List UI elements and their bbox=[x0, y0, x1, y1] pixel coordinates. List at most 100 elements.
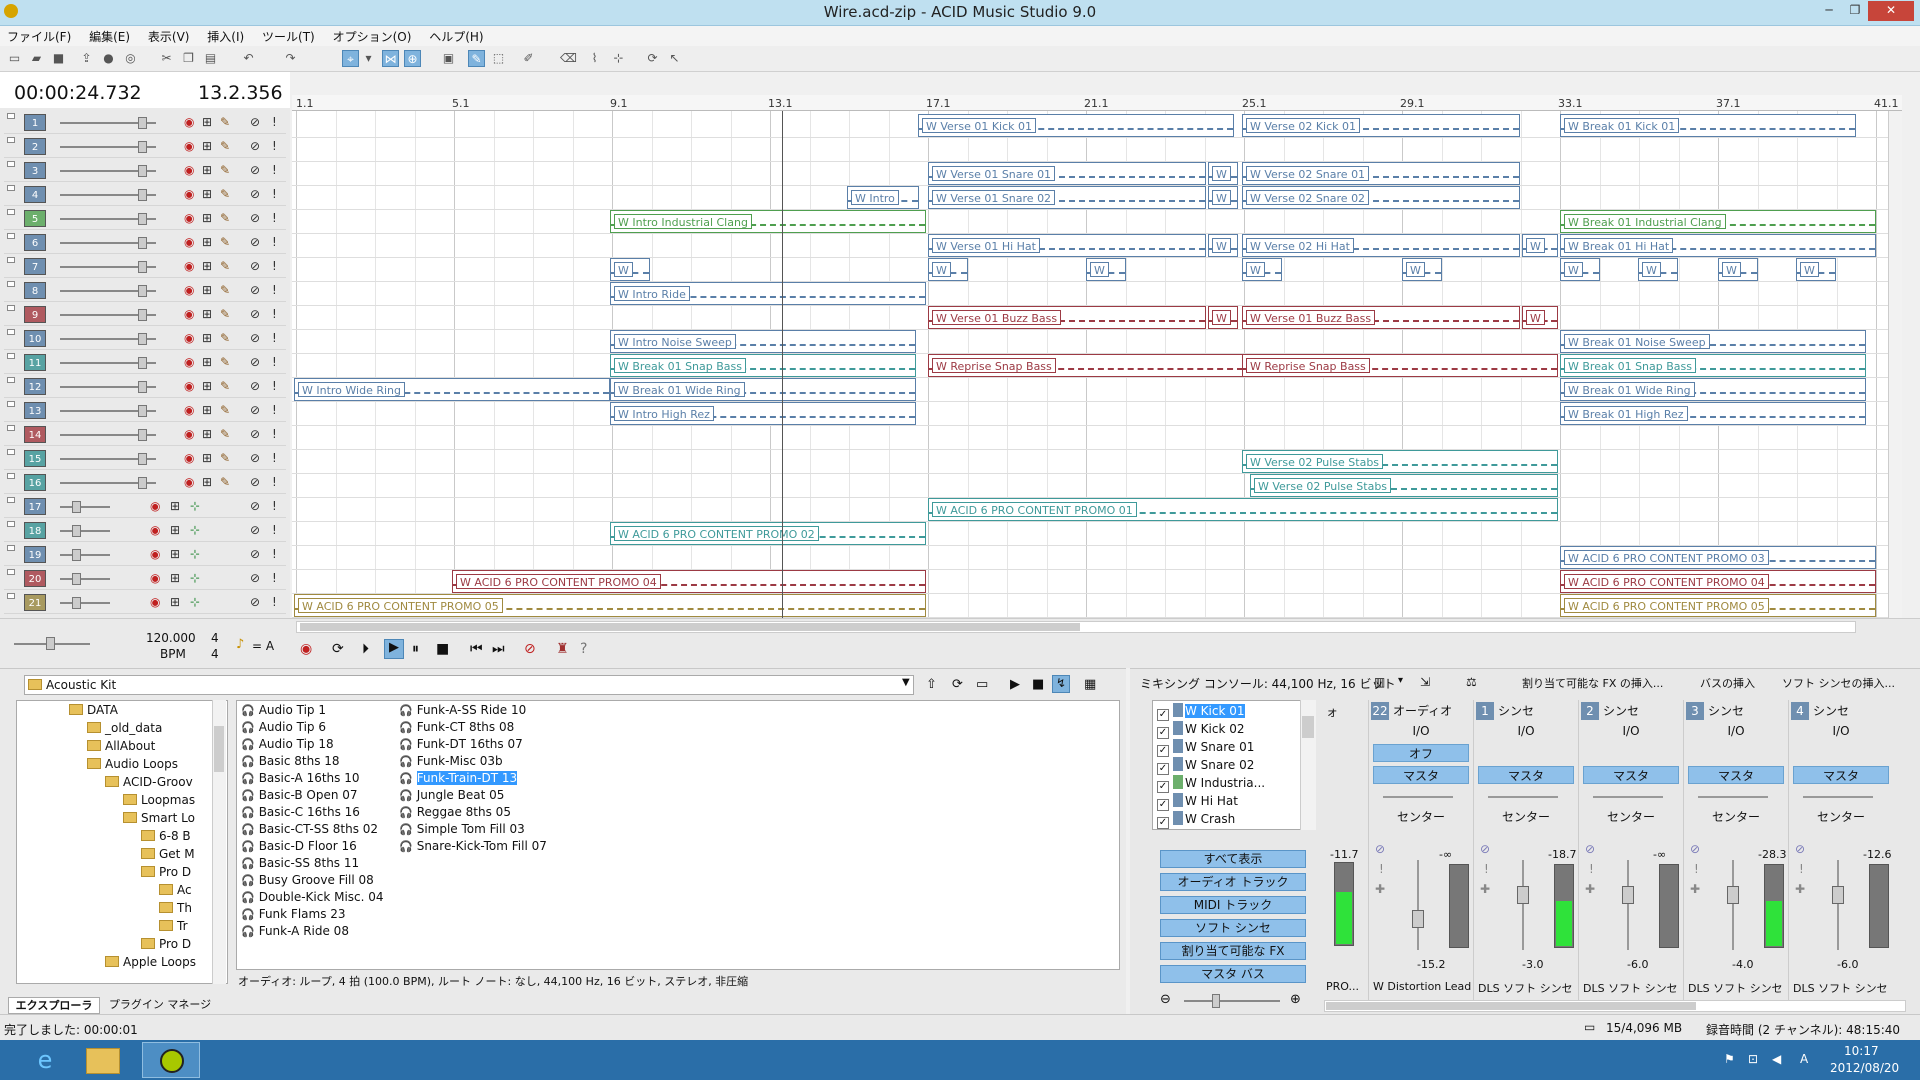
solo-icon[interactable]: ! bbox=[272, 595, 277, 609]
soft-synth-button[interactable]: ソフト シンセ bbox=[1160, 919, 1306, 937]
mute-icon[interactable]: ⊘ bbox=[250, 403, 260, 417]
track-envelope-icon[interactable]: ✎ bbox=[220, 331, 230, 345]
tree-folder[interactable]: AllAbout bbox=[87, 739, 155, 753]
new-icon[interactable]: ▭ bbox=[6, 50, 23, 67]
track-envelope-icon[interactable]: ✎ bbox=[220, 163, 230, 177]
mute-icon[interactable]: ⊘ bbox=[1690, 842, 1700, 856]
track-header[interactable]: 7 ◉ ⊞ ✎ ⊘! bbox=[4, 255, 286, 278]
record-arm-icon[interactable]: ◉ bbox=[184, 115, 194, 129]
track-volume-knob[interactable] bbox=[72, 573, 81, 585]
menu-options[interactable]: オプション(O) bbox=[326, 26, 419, 45]
solo-icon[interactable]: ! bbox=[272, 499, 277, 513]
event-clip[interactable]: W bbox=[1208, 162, 1238, 185]
menu-view[interactable]: 表示(V) bbox=[141, 26, 197, 45]
audio-tracks-button[interactable]: オーディオ トラック bbox=[1160, 873, 1306, 891]
event-clip[interactable]: W Verse 02 Snare 01 bbox=[1242, 162, 1520, 185]
minimize-button[interactable]: ─ bbox=[1816, 1, 1842, 21]
record-arm-icon[interactable]: ⊘ bbox=[524, 641, 536, 657]
track-number[interactable]: 9 bbox=[24, 306, 46, 323]
volume-fader[interactable] bbox=[1517, 886, 1529, 904]
track-header[interactable]: 3 ◉ ⊞ ✎ ⊘! bbox=[4, 159, 286, 182]
fx-icon[interactable]: ✚ bbox=[1690, 882, 1700, 896]
checkbox-icon[interactable]: ✓ bbox=[1157, 781, 1169, 793]
track-header[interactable]: 2 ◉ ⊞ ✎ ⊘! bbox=[4, 135, 286, 158]
mixer-view-icon[interactable]: ▥ bbox=[1374, 675, 1385, 689]
mute-icon[interactable]: ⊘ bbox=[250, 259, 260, 273]
record-arm-icon[interactable]: ◉ bbox=[184, 475, 194, 489]
snap-icon[interactable]: ⌖ bbox=[342, 50, 359, 67]
horizontal-scroll-thumb[interactable] bbox=[300, 623, 1080, 631]
track-envelope-icon[interactable]: ⊹ bbox=[190, 523, 200, 537]
track-number[interactable]: 5 bbox=[24, 210, 46, 227]
event-clip[interactable]: W Break 01 Snap Bass bbox=[1560, 354, 1866, 377]
track-envelope-icon[interactable]: ✎ bbox=[220, 427, 230, 441]
event-clip[interactable]: W bbox=[1522, 306, 1558, 329]
fx-icon[interactable]: ✚ bbox=[1795, 882, 1805, 896]
cut-icon[interactable]: ✂ bbox=[158, 50, 175, 67]
tree-folder[interactable]: Apple Loops bbox=[105, 955, 196, 969]
track-header[interactable]: 16 ◉ ⊞ ✎ ⊘! bbox=[4, 471, 286, 494]
mixer-track-item[interactable]: ✓ W Industria... bbox=[1157, 775, 1265, 793]
event-clip[interactable]: W ACID 6 PRO CONTENT PROMO 01 bbox=[928, 498, 1558, 521]
record-arm-icon[interactable]: ◉ bbox=[184, 355, 194, 369]
record-arm-icon[interactable]: ◉ bbox=[184, 163, 194, 177]
track-number[interactable]: 11 bbox=[24, 354, 46, 371]
file-item[interactable]: 🎧 Audio Tip 1 bbox=[241, 703, 326, 717]
track-fx-icon[interactable]: ⊞ bbox=[202, 451, 212, 465]
event-clip[interactable]: W bbox=[1796, 258, 1836, 281]
track-minimize-icon[interactable] bbox=[7, 569, 15, 575]
strip-master-button[interactable]: マスタ bbox=[1583, 766, 1679, 784]
event-clip[interactable]: W Break 01 Hi Hat bbox=[1560, 234, 1876, 257]
track-header[interactable]: 12 ◉ ⊞ ✎ ⊘! bbox=[4, 375, 286, 398]
record-arm-icon[interactable]: ◉ bbox=[184, 259, 194, 273]
mute-icon[interactable]: ⊘ bbox=[250, 163, 260, 177]
event-clip[interactable]: W ACID 6 PRO CONTENT PROMO 04 bbox=[1560, 570, 1876, 593]
record-arm-icon[interactable]: ◉ bbox=[150, 523, 160, 537]
solo-icon[interactable]: ! bbox=[272, 259, 277, 273]
solo-icon[interactable]: ! bbox=[272, 235, 277, 249]
tray-network-icon[interactable]: ⊡ bbox=[1748, 1052, 1758, 1066]
tab-plugin-manager[interactable]: プラグイン マネージャ bbox=[104, 997, 216, 1026]
track-minimize-icon[interactable] bbox=[7, 209, 15, 215]
file-item[interactable]: 🎧 Snare-Kick-Tom Fill 07 bbox=[399, 839, 547, 853]
track-header[interactable]: 8 ◉ ⊞ ✎ ⊘! bbox=[4, 279, 286, 302]
pan-slider[interactable] bbox=[1488, 796, 1558, 798]
record-arm-icon[interactable]: ◉ bbox=[184, 451, 194, 465]
metronome-icon[interactable]: ♜ bbox=[556, 641, 569, 657]
track-volume-knob[interactable] bbox=[138, 165, 147, 177]
volume-fader[interactable] bbox=[1832, 886, 1844, 904]
loop-playback-icon[interactable]: ⟳ bbox=[332, 641, 344, 657]
file-item[interactable]: 🎧 Basic-C 16ths 16 bbox=[241, 805, 360, 819]
track-number[interactable]: 6 bbox=[24, 234, 46, 251]
time-signature-top[interactable]: 4 bbox=[211, 631, 219, 645]
file-item[interactable]: 🎧 Basic-D Floor 16 bbox=[241, 839, 357, 853]
track-fx-icon[interactable]: ⊞ bbox=[202, 355, 212, 369]
track-header[interactable]: 1 ◉ ⊞ ✎ ⊘! bbox=[4, 111, 286, 134]
strip-off-button[interactable]: オフ bbox=[1373, 744, 1469, 762]
user-icon[interactable]: ● bbox=[100, 50, 117, 67]
record-arm-icon[interactable]: ◉ bbox=[184, 211, 194, 225]
tree-scroll-thumb[interactable] bbox=[214, 726, 224, 772]
strip-io[interactable]: I/O bbox=[1478, 722, 1574, 740]
track-minimize-icon[interactable] bbox=[7, 185, 15, 191]
solo-icon[interactable]: ! bbox=[272, 283, 277, 297]
mute-icon[interactable]: ⊘ bbox=[250, 379, 260, 393]
track-volume-knob[interactable] bbox=[138, 381, 147, 393]
tree-folder[interactable]: Smart Lo bbox=[123, 811, 195, 825]
solo-icon[interactable]: ! bbox=[272, 379, 277, 393]
explorer-path-box[interactable] bbox=[24, 675, 914, 695]
mixer-insert-bus-icon[interactable]: ⇲ bbox=[1420, 675, 1430, 689]
strip-master-button[interactable]: マスタ bbox=[1793, 766, 1889, 784]
checkbox-icon[interactable]: ✓ bbox=[1157, 817, 1169, 829]
midi-tracks-button[interactable]: MIDI トラック bbox=[1160, 896, 1306, 914]
paint-tool-icon[interactable]: ✐ bbox=[520, 50, 537, 67]
record-arm-icon[interactable]: ◉ bbox=[150, 571, 160, 585]
track-envelope-icon[interactable]: ✎ bbox=[220, 139, 230, 153]
event-clip[interactable]: W Verse 02 Snare 02 bbox=[1242, 186, 1520, 209]
mute-icon[interactable]: ⊘ bbox=[250, 331, 260, 345]
track-minimize-icon[interactable] bbox=[7, 257, 15, 263]
auto-preview-icon[interactable]: ↯ bbox=[1052, 675, 1070, 693]
track-volume-slider[interactable] bbox=[60, 506, 110, 508]
mute-icon[interactable]: ⊘ bbox=[250, 523, 260, 537]
tray-volume-icon[interactable]: ◀ bbox=[1772, 1052, 1781, 1066]
